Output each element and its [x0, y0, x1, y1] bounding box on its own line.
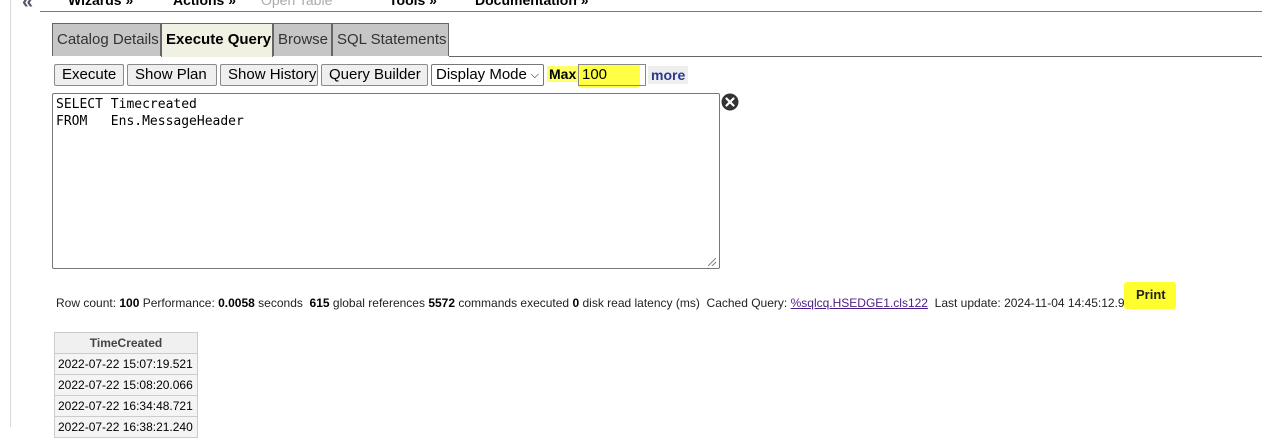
resize-handle-icon[interactable] [708, 258, 716, 266]
max-rows-label: Max [547, 66, 579, 82]
menu-actions[interactable]: Actions » [173, 0, 236, 8]
tab-execute-query[interactable]: Execute Query [161, 23, 273, 57]
tab-sql-statements[interactable]: SQL Statements [332, 23, 449, 56]
performance-label: Performance: [142, 296, 215, 310]
table-row: 2022-07-22 15:08:20.066 [54, 374, 198, 396]
last-update-label: Last update: [934, 296, 1001, 310]
sql-query-textarea[interactable]: SELECT Timecreated FROM Ens.MessageHeade… [52, 93, 720, 269]
results-table: TimeCreated 2022-07-22 15:07:19.521 2022… [54, 332, 198, 438]
commands-value: 5572 [428, 296, 456, 310]
table-cell: 2022-07-22 15:07:19.521 [54, 353, 198, 375]
menu-open-table: Open Table [261, 0, 333, 8]
print-button[interactable]: Print [1136, 287, 1166, 302]
global-refs-value: 615 [309, 296, 330, 310]
menu-tools[interactable]: Tools » [389, 0, 437, 8]
disk-latency-label: disk read latency (ms) [582, 296, 700, 310]
collapse-panel-icon[interactable]: « [22, 0, 33, 14]
left-panel-border [10, 0, 11, 427]
chevron-down-icon: ⌵ [530, 69, 539, 81]
column-header-timecreated[interactable]: TimeCreated [54, 332, 198, 354]
table-cell: 2022-07-22 16:34:48.721 [54, 395, 198, 417]
clear-query-icon[interactable] [721, 93, 739, 111]
query-builder-button[interactable]: Query Builder [321, 64, 428, 86]
tab-divider [449, 56, 1262, 57]
disk-latency-value: 0 [572, 296, 580, 310]
table-cell: 2022-07-22 15:08:20.066 [54, 374, 198, 396]
tab-catalog-details[interactable]: Catalog Details [52, 23, 161, 56]
display-mode-value: Display Mode [436, 66, 527, 83]
row-count-label: Row count: [56, 296, 117, 310]
menu-documentation[interactable]: Documentation » [475, 0, 589, 8]
last-update-value: 2024-11-04 14:45:12.903 [1004, 296, 1138, 310]
table-row: 2022-07-22 16:34:48.721 [54, 395, 198, 417]
cached-query-label: Cached Query: [706, 296, 788, 310]
max-rows-input[interactable]: 100 [578, 64, 646, 86]
row-count-value: 100 [119, 296, 140, 310]
table-row: 2022-07-22 15:07:19.521 [54, 353, 198, 375]
seconds-label: seconds [258, 296, 303, 310]
tab-browse[interactable]: Browse [273, 23, 332, 56]
menu-bar: Wizards » Actions » Open Table Tools » D… [40, 0, 1262, 12]
global-refs-label: global references [332, 296, 425, 310]
display-mode-select[interactable]: Display Mode ⌵ [431, 64, 544, 86]
show-plan-button[interactable]: Show Plan [127, 64, 217, 86]
query-statistics: Row count: 100 Performance: 0.0058 secon… [56, 296, 1138, 310]
more-options-link[interactable]: more [648, 66, 689, 84]
table-cell: 2022-07-22 16:38:21.240 [54, 416, 198, 438]
table-row: 2022-07-22 16:38:21.240 [54, 416, 198, 438]
show-history-button[interactable]: Show History [220, 64, 318, 86]
menu-wizards[interactable]: Wizards » [68, 0, 133, 8]
execute-button[interactable]: Execute [54, 64, 124, 86]
commands-label: commands executed [458, 296, 570, 310]
performance-value: 0.0058 [218, 296, 255, 310]
cached-query-link[interactable]: %sqlcq.HSEDGE1.cls122 [791, 296, 928, 310]
